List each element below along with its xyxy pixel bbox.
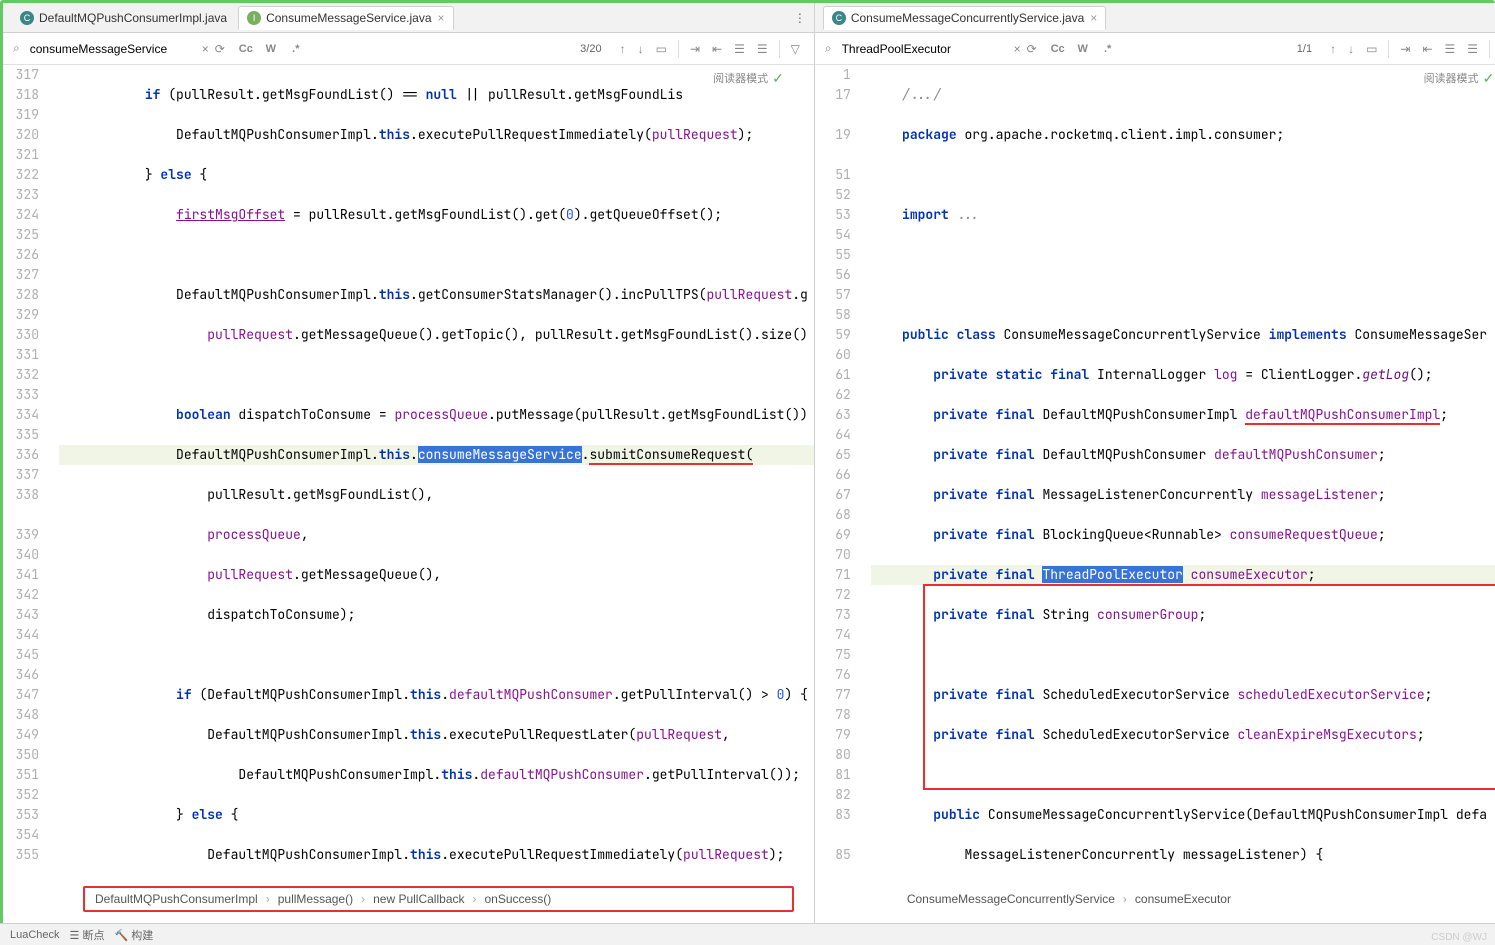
refresh-icon[interactable]: ⟳ bbox=[215, 42, 225, 56]
filter-icon-2[interactable]: ⇤ bbox=[1418, 40, 1436, 58]
check-icon: ✓ bbox=[1483, 69, 1495, 89]
right-pane: C ConsumeMessageConcurrentlyService.java… bbox=[815, 3, 1495, 942]
reader-mode-badge[interactable]: 阅读器模式✓ bbox=[1424, 69, 1495, 89]
left-gutter: 3173183193203213223233243253263273283293… bbox=[3, 65, 51, 942]
left-pane: C DefaultMQPushConsumerImpl.java I Consu… bbox=[3, 3, 815, 942]
find-bar: ⌕ × ⟳ Cc W .* 3/20 ↑ ↓ ▭ ⇥ ⇤ ☰ ☰ ▽ bbox=[3, 33, 814, 65]
regex-opt[interactable]: .* bbox=[1097, 39, 1119, 59]
statusbar: LuaCheck ☰ 断点 🔨 构建 bbox=[0, 923, 1495, 945]
select-all-icon[interactable]: ▭ bbox=[652, 40, 671, 58]
tab-DefaultMQPushConsumerImpl[interactable]: C DefaultMQPushConsumerImpl.java bbox=[11, 6, 236, 30]
right-tabs: C ConsumeMessageConcurrentlyService.java… bbox=[815, 3, 1495, 33]
statusbar-item[interactable]: LuaCheck bbox=[10, 929, 60, 941]
search-icon: ⌕ bbox=[825, 41, 832, 56]
find-count: 1/1 bbox=[1289, 43, 1320, 55]
statusbar-item[interactable]: 🔨 构建 bbox=[114, 927, 153, 943]
left-tabs: C DefaultMQPushConsumerImpl.java I Consu… bbox=[3, 3, 814, 33]
check-icon: ✓ bbox=[772, 69, 784, 89]
class-icon: C bbox=[20, 11, 34, 25]
find-count: 3/20 bbox=[572, 43, 609, 55]
interface-icon: I bbox=[247, 11, 261, 25]
find-options: Cc W .* bbox=[1047, 39, 1119, 59]
right-editor[interactable]: 1171951525354555657585960616263646566676… bbox=[815, 65, 1495, 942]
find-nav: ↑ ↓ ▭ ⇥ ⇤ ☰ ☰ ▽ bbox=[1326, 40, 1495, 58]
filter-icon-1[interactable]: ⇥ bbox=[686, 40, 704, 58]
tab-ConsumeMessageConcurrently[interactable]: C ConsumeMessageConcurrentlyService.java… bbox=[823, 6, 1106, 30]
prev-occurrence-icon[interactable]: ↑ bbox=[616, 40, 630, 58]
filter-icon-4[interactable]: ☰ bbox=[753, 40, 772, 58]
editor-split: C DefaultMQPushConsumerImpl.java I Consu… bbox=[0, 0, 1495, 945]
left-editor[interactable]: 3173183193203213223233243253263273283293… bbox=[3, 65, 814, 942]
class-icon: C bbox=[832, 11, 846, 25]
right-gutter: 1171951525354555657585960616263646566676… bbox=[815, 65, 863, 942]
tab-label: ConsumeMessageConcurrentlyService.java bbox=[851, 11, 1084, 25]
match-case-opt[interactable]: Cc bbox=[235, 39, 257, 59]
left-code[interactable]: if (pullResult.getMsgFoundList() == null… bbox=[51, 65, 814, 942]
close-icon[interactable]: × bbox=[1090, 11, 1097, 25]
tab-ConsumeMessageService[interactable]: I ConsumeMessageService.java × bbox=[238, 6, 453, 30]
right-code[interactable]: /.../ package org.apache.rocketmq.client… bbox=[863, 65, 1495, 942]
words-opt[interactable]: W bbox=[1072, 39, 1094, 59]
filter-icon-3[interactable]: ☰ bbox=[1441, 40, 1460, 58]
search-icon: ⌕ bbox=[13, 41, 20, 56]
tab-label: ConsumeMessageService.java bbox=[266, 11, 431, 25]
filter-icon-2[interactable]: ⇤ bbox=[708, 40, 726, 58]
clear-icon[interactable]: × bbox=[202, 42, 209, 56]
filter-icon-1[interactable]: ⇥ bbox=[1396, 40, 1414, 58]
next-occurrence-icon[interactable]: ↓ bbox=[634, 40, 648, 58]
find-input[interactable] bbox=[26, 40, 196, 58]
prev-occurrence-icon[interactable]: ↑ bbox=[1326, 40, 1340, 58]
breadcrumb-left[interactable]: DefaultMQPushConsumerImpl› pullMessage()… bbox=[83, 886, 794, 912]
filter-icon-4[interactable]: ☰ bbox=[1463, 40, 1482, 58]
clear-icon[interactable]: × bbox=[1014, 42, 1021, 56]
find-bar-right: ⌕ × ⟳ Cc W .* 1/1 ↑ ↓ ▭ ⇥ ⇤ ☰ ☰ ▽ bbox=[815, 33, 1495, 65]
breadcrumb-right[interactable]: ConsumeMessageConcurrentlyService› consu… bbox=[895, 886, 1495, 912]
next-occurrence-icon[interactable]: ↓ bbox=[1344, 40, 1358, 58]
watermark: CSDN @WJ bbox=[1431, 932, 1487, 943]
tab-label: DefaultMQPushConsumerImpl.java bbox=[39, 11, 227, 25]
statusbar-item[interactable]: ☰ 断点 bbox=[70, 927, 105, 943]
funnel-icon[interactable]: ▽ bbox=[787, 40, 804, 58]
match-case-opt[interactable]: Cc bbox=[1047, 39, 1069, 59]
tabs-menu-icon[interactable]: ⋮ bbox=[786, 11, 814, 25]
close-icon[interactable]: × bbox=[438, 11, 445, 25]
filter-icon-3[interactable]: ☰ bbox=[730, 40, 749, 58]
regex-opt[interactable]: .* bbox=[285, 39, 307, 59]
reader-mode-badge[interactable]: 阅读器模式✓ bbox=[713, 69, 784, 89]
words-opt[interactable]: W bbox=[260, 39, 282, 59]
select-all-icon[interactable]: ▭ bbox=[1362, 40, 1381, 58]
find-options: Cc W .* bbox=[235, 39, 307, 59]
find-input[interactable] bbox=[838, 40, 1008, 58]
find-nav: ↑ ↓ ▭ ⇥ ⇤ ☰ ☰ ▽ bbox=[616, 40, 804, 58]
refresh-icon[interactable]: ⟳ bbox=[1027, 42, 1037, 56]
